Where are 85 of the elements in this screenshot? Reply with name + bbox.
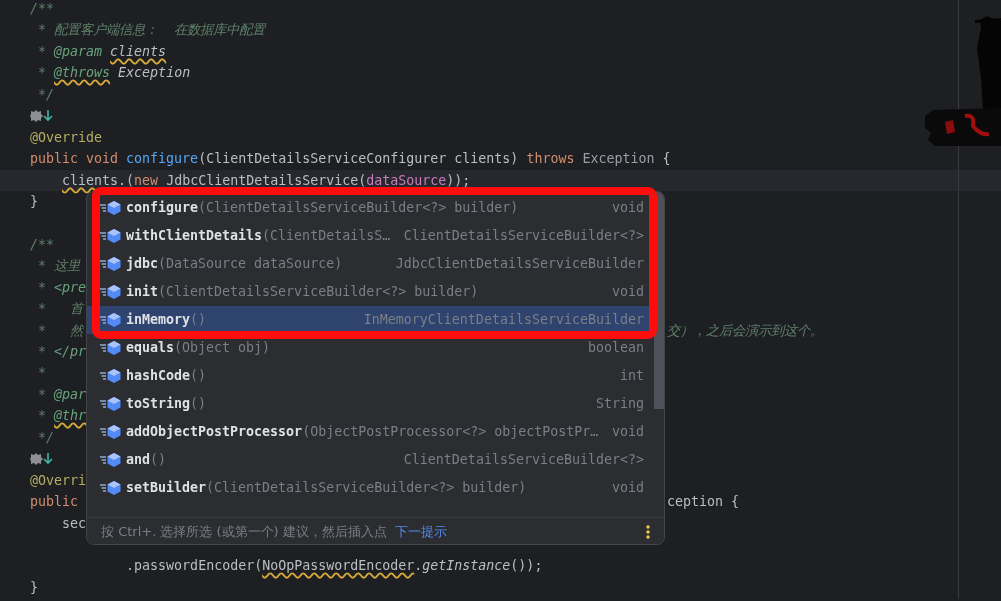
code-line: /**: [30, 235, 55, 254]
method-icon: [100, 312, 122, 328]
return-type: ClientDetailsServiceBuilder<?>: [403, 227, 644, 246]
completion-item[interactable]: setBuilder(ClientDetailsServiceBuilder<?> builder) void: [87, 474, 664, 502]
method-name: configure: [126, 199, 199, 218]
method-icon: [100, 340, 122, 356]
code-line: * @param clients: [37, 42, 167, 61]
more-icon[interactable]: [646, 525, 650, 539]
method-name: addObjectPostProcessor: [126, 423, 303, 442]
return-type: void: [611, 423, 644, 442]
method-params: (): [190, 367, 207, 386]
return-type: void: [611, 199, 644, 218]
method-params: (): [190, 311, 207, 330]
return-type: String: [595, 395, 644, 414]
code-line: *: [37, 364, 47, 383]
completion-item[interactable]: equals(Object obj) boolean: [87, 334, 664, 362]
return-type: void: [611, 479, 644, 498]
method-name: withClientDetails: [126, 227, 263, 246]
code-line: */: [37, 85, 55, 104]
code-line: * 首: [37, 300, 84, 319]
method-params: (DataSource dataSource): [158, 255, 343, 274]
method-icon: [100, 396, 122, 412]
method-icon: [100, 480, 122, 496]
completion-item[interactable]: hashCode() int: [87, 362, 664, 390]
method-name: hashCode: [126, 367, 191, 386]
method-name: jdbc: [126, 255, 159, 274]
code-line: @Overri: [30, 471, 87, 490]
return-type: boolean: [587, 339, 644, 358]
code-line: */: [37, 428, 55, 447]
code-line: * </pr: [37, 343, 87, 361]
code-line: ception {: [667, 493, 740, 512]
scrollbar-thumb[interactable]: [654, 192, 664, 409]
code-line: sec: [61, 514, 87, 533]
method-icon: [100, 424, 122, 440]
method-name: inMemory: [126, 311, 191, 330]
method-params: (ClientDetailsServiceBuilder<?> builder): [198, 199, 519, 218]
method-icon: [100, 228, 122, 244]
method-icon: [100, 256, 122, 272]
method-params: (): [190, 395, 207, 414]
override-gutter-icon[interactable]: [30, 451, 54, 466]
method-params: (ClientDetailsServiceBuilder<?> builder): [206, 479, 527, 498]
return-type: JdbcClientDetailsServiceBuilder: [395, 255, 644, 274]
code-line: }: [30, 578, 38, 597]
method-name: setBuilder: [126, 479, 207, 498]
completion-item[interactable]: and() ClientDetailsServiceBuilder<?>: [87, 446, 664, 474]
return-type: ClientDetailsServiceBuilder<?>: [403, 451, 644, 470]
override-gutter-icon[interactable]: [30, 108, 54, 123]
method-params: (ClientDetailsS…: [262, 227, 391, 246]
code-line: * 然: [37, 321, 84, 340]
code-line: * @par: [37, 385, 87, 404]
next-tip-link[interactable]: 下一提示: [394, 522, 447, 542]
method-icon: [100, 200, 122, 216]
code-line: 交），之后会演示到这个。: [667, 321, 823, 340]
method-params: (Object obj): [174, 339, 271, 358]
method-name: and: [126, 451, 151, 470]
code-line: }: [30, 192, 38, 211]
completion-item[interactable]: jdbc(DataSource dataSource) JdbcClientDetailsServiceBuilder: [87, 250, 664, 278]
method-name: toString: [126, 395, 191, 414]
code-line: * 配置客户端信息： 在数据库中配置: [37, 21, 266, 40]
completion-item[interactable]: withClientDetails(ClientDetailsS… ClientDetailsServiceBuilder<?>: [87, 222, 664, 250]
code-line: public void configure(ClientDetailsServiceConfigurer clients) throws Exception {: [30, 150, 671, 169]
method-params: (): [150, 451, 167, 470]
method-params: (ClientDetailsServiceBuilder<?> builder): [158, 283, 479, 302]
return-type: int: [619, 367, 644, 386]
completion-item[interactable]: init(ClientDetailsServiceBuilder<?> builder) void: [87, 278, 664, 306]
code-line: public: [30, 493, 79, 512]
completion-item[interactable]: addObjectPostProcessor(ObjectPostProcessor<?> objectPostPr… void: [87, 418, 664, 446]
code-line: * @throws Exception: [37, 64, 191, 83]
method-icon: [100, 368, 122, 384]
code-line: /**: [30, 0, 55, 18]
return-type: void: [611, 283, 644, 302]
code-line: clients.(new JdbcClientDetailsService(dataSource));: [61, 171, 471, 190]
return-type: InMemoryClientDetailsServiceBuilder: [363, 311, 644, 330]
method-params: (ObjectPostProcessor<?> objectPostPr…: [302, 423, 599, 442]
method-name: equals: [126, 339, 175, 358]
method-icon: [100, 452, 122, 468]
code-line: * @thr: [37, 407, 87, 426]
completion-item[interactable]: configure(ClientDetailsServiceBuilder<?> builder) void: [87, 194, 664, 222]
completion-item[interactable]: toString() String: [87, 390, 664, 418]
code-line: .passwordEncoder(NoOpPasswordEncoder.getInstance());: [125, 557, 543, 576]
code-line: * <pre: [37, 278, 87, 297]
method-icon: [100, 284, 122, 300]
method-name: init: [126, 283, 159, 302]
code-line: * 这里: [37, 257, 81, 276]
code-line: @Override: [30, 128, 103, 147]
